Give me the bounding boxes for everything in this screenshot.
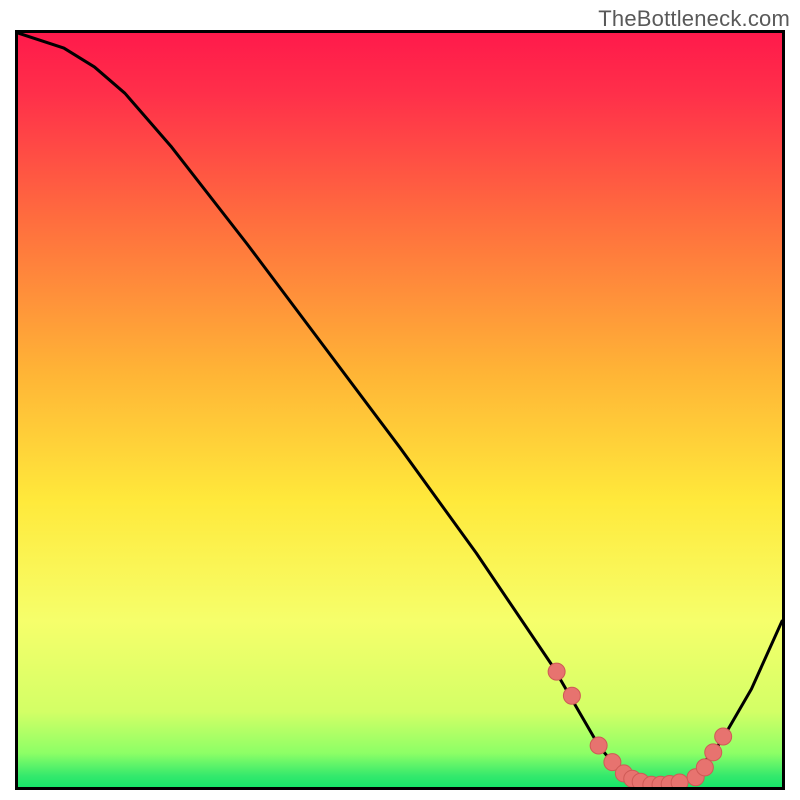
highlight-dot xyxy=(548,663,565,680)
chart-stage: TheBottleneck.com xyxy=(0,0,800,800)
highlight-dot xyxy=(705,744,722,761)
highlight-dot xyxy=(671,774,688,787)
watermark-text: TheBottleneck.com xyxy=(598,6,790,32)
highlight-dot xyxy=(696,759,713,776)
plot-frame xyxy=(15,30,785,790)
gradient-background xyxy=(18,33,782,787)
highlight-dot xyxy=(590,737,607,754)
bottleneck-chart xyxy=(18,33,782,787)
highlight-dot xyxy=(563,687,580,704)
highlight-dot xyxy=(715,728,732,745)
